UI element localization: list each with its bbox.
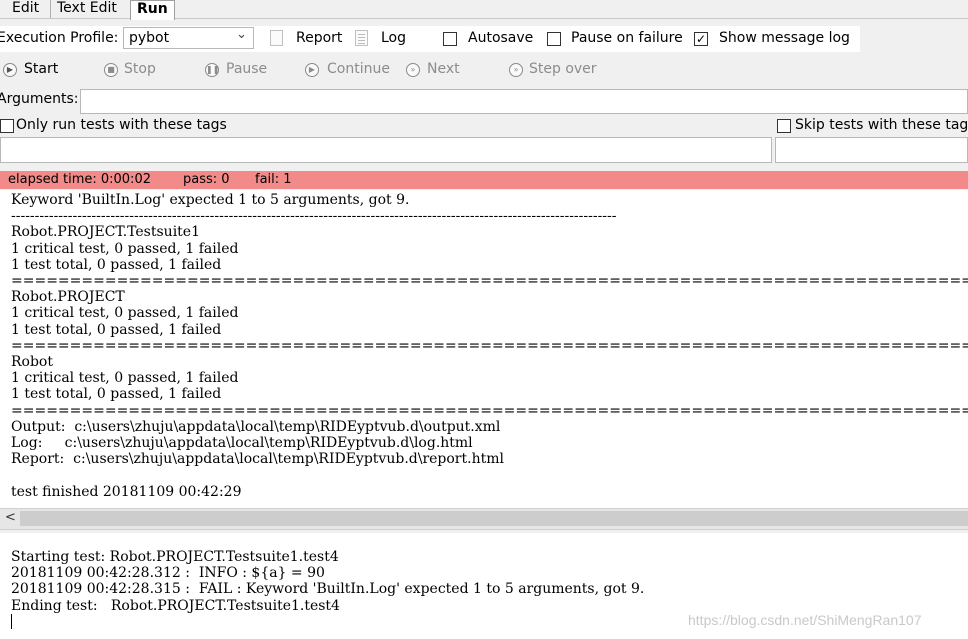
include-tags-input[interactable] [0, 137, 772, 163]
skip-tags-label: Skip tests with these tag [795, 117, 968, 133]
stop-icon: ■ [104, 63, 118, 77]
arguments-input[interactable] [80, 89, 968, 114]
execution-profile-label: Execution Profile: [0, 30, 119, 46]
pause-icon: ❚❚ [205, 63, 219, 77]
output-text: Keyword 'BuiltIn.Log' expected 1 to 5 ar… [11, 192, 968, 500]
start-button[interactable]: Start [24, 61, 58, 77]
only-run-tags-label: Only run tests with these tags [16, 117, 227, 133]
continue-icon: ▶ [305, 63, 319, 77]
log-button[interactable]: Log [381, 30, 406, 46]
status-bar: elapsed time: 0:00:02 pass: 0 fail: 1 [0, 171, 968, 189]
tab-text-edit[interactable]: Text Edit [50, 0, 123, 18]
pause-button[interactable]: Pause [226, 61, 267, 77]
pause-on-failure-checkbox[interactable] [547, 32, 561, 46]
checkmark-icon: ✓ [695, 32, 707, 46]
fail-count: fail: 1 [255, 172, 292, 187]
autosave-checkbox[interactable] [443, 32, 457, 46]
scrollbar-thumb[interactable] [20, 511, 968, 526]
pass-count: pass: 0 [183, 172, 230, 187]
chevron-down-icon: ⌄ [236, 27, 247, 42]
tab-run[interactable]: Run [130, 0, 175, 20]
tab-edit[interactable]: Edit [6, 0, 45, 18]
start-icon: ▶ [3, 63, 17, 77]
arguments-label: Arguments: [0, 91, 79, 107]
chevron-left-icon[interactable]: < [5, 510, 16, 525]
skip-tags-checkbox[interactable] [777, 119, 791, 133]
continue-button[interactable]: Continue [327, 61, 390, 77]
stop-button[interactable]: Stop [124, 61, 156, 77]
execution-profile-select[interactable]: pybot ⌄ [123, 27, 254, 49]
log-doc-icon [355, 30, 368, 46]
output-horizontal-scrollbar[interactable]: < [0, 508, 968, 530]
next-icon: » [406, 63, 420, 77]
execution-profile-value: pybot [129, 30, 170, 46]
output-console[interactable]: Keyword 'BuiltIn.Log' expected 1 to 5 ar… [0, 190, 968, 508]
report-button[interactable]: Report [296, 30, 342, 46]
step-over-button[interactable]: Step over [529, 61, 597, 77]
next-button[interactable]: Next [427, 61, 460, 77]
step-over-icon: » [509, 63, 523, 77]
pause-on-failure-label: Pause on failure [571, 30, 683, 46]
report-doc-icon [270, 30, 283, 46]
tab-bar: Edit Text Edit Run [0, 0, 968, 20]
show-message-log-label: Show message log [719, 30, 850, 46]
exclude-tags-input[interactable] [775, 137, 968, 163]
elapsed-time: elapsed time: 0:00:02 [8, 172, 151, 187]
message-log-text: Starting test: Robot.PROJECT.Testsuite1.… [11, 549, 645, 614]
only-run-tags-checkbox[interactable] [0, 119, 14, 133]
text-caret [11, 614, 12, 629]
show-message-log-checkbox[interactable]: ✓ [694, 32, 708, 46]
watermark: https://blog.csdn.net/ShiMengRan107 [688, 612, 922, 628]
autosave-label: Autosave [468, 30, 534, 46]
